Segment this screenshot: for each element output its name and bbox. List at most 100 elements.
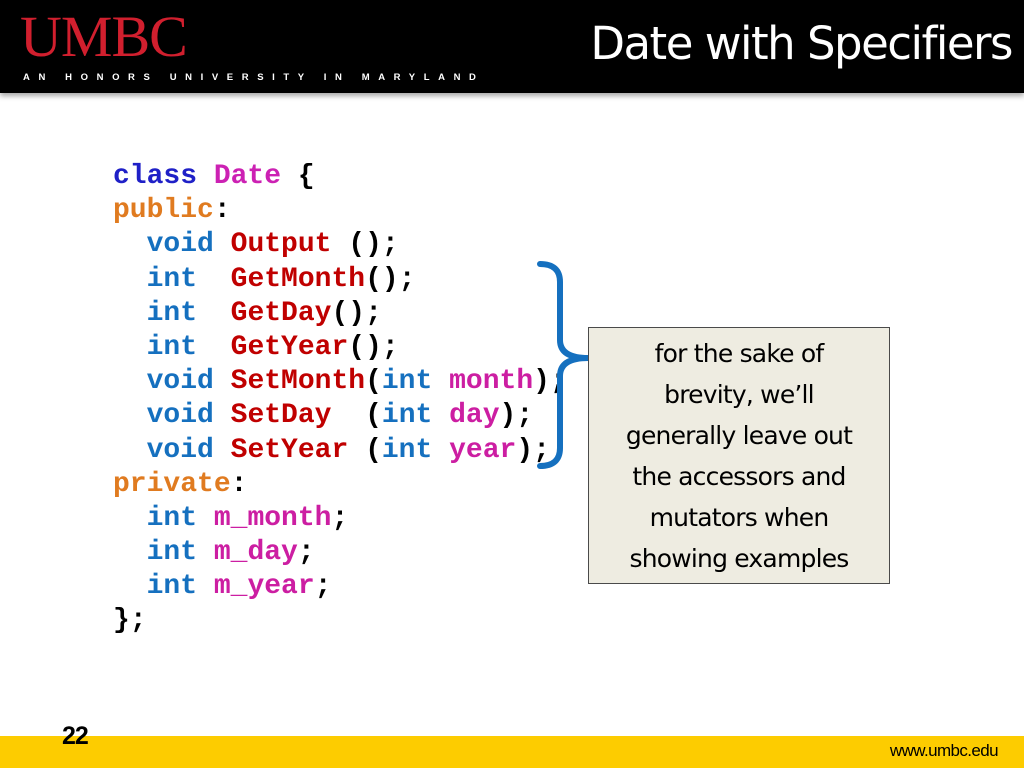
footer-bar <box>0 736 1024 768</box>
code-token-fn: GetMonth <box>230 263 366 295</box>
code-token-type: int <box>146 571 198 603</box>
callout-line: brevity, we’ll <box>664 379 814 409</box>
code-token-type: int <box>146 502 198 534</box>
callout-line: for the sake of <box>654 338 824 368</box>
code-token-punct <box>214 229 231 260</box>
logo-tagline: AN HONORS UNIVERSITY IN MARYLAND <box>23 72 485 83</box>
code-line: int GetYear(); <box>113 331 567 365</box>
code-block: class Date {public: void Output (); int … <box>113 160 567 639</box>
code-token-fn: SetYear <box>230 434 349 466</box>
code-line: public: <box>113 194 567 228</box>
code-line: int m_day; <box>113 536 567 570</box>
code-token-access: public <box>113 195 214 227</box>
code-token-type: void <box>146 366 214 398</box>
code-token-type: int <box>146 537 198 569</box>
code-token-punct: (); <box>348 331 399 363</box>
code-token-punct <box>197 161 214 192</box>
code-token-var: month <box>449 366 534 398</box>
code-token-punct <box>197 537 214 568</box>
slide-title: Date with Specifiers <box>590 17 1013 70</box>
callout-line: showing examples <box>629 543 849 573</box>
code-token-fn: Output <box>230 229 332 261</box>
code-token-punct <box>113 537 147 568</box>
code-token-punct: ( <box>365 366 382 398</box>
code-token-punct <box>113 571 147 602</box>
code-token-type: void <box>146 229 214 261</box>
code-token-punct <box>113 264 147 295</box>
code-token-punct <box>197 571 214 602</box>
code-line: int GetDay(); <box>113 297 567 331</box>
callout-text: for the sake of brevity, we’ll generally… <box>625 333 853 579</box>
code-token-punct <box>432 366 449 397</box>
code-token-type: int <box>381 434 433 466</box>
code-token-punct <box>113 229 147 260</box>
code-line: void Output (); <box>113 228 567 262</box>
code-token-type: int <box>381 400 433 432</box>
slide-header: UMBC AN HONORS UNIVERSITY IN MARYLAND Da… <box>0 0 1024 93</box>
code-token-punct <box>113 332 147 363</box>
callout-line: the accessors and <box>632 461 846 491</box>
code-token-var: day <box>449 400 500 432</box>
code-token-type: void <box>146 400 214 432</box>
callout-box: for the sake of brevity, we’ll generally… <box>588 327 890 584</box>
code-token-punct: (); <box>365 263 416 295</box>
code-token-punct <box>214 366 231 397</box>
code-token-punct <box>113 298 147 329</box>
code-token-punct <box>432 435 449 466</box>
code-token-punct: }; <box>113 605 147 637</box>
footer-url: www.umbc.edu <box>889 741 999 760</box>
code-token-punct <box>113 400 147 431</box>
code-token-punct <box>197 332 231 363</box>
code-token-cls: Date <box>213 161 282 192</box>
code-token-var: m_day <box>213 537 298 569</box>
code-token-punct: (); <box>331 297 382 329</box>
code-token-punct: ); <box>499 400 534 432</box>
code-token-punct <box>197 298 231 329</box>
code-token-punct: ( <box>348 434 382 466</box>
code-token-punct: (); <box>331 229 399 261</box>
code-token-punct: ( <box>331 400 382 432</box>
brace-path <box>537 261 591 469</box>
code-token-punct: : <box>213 195 231 227</box>
code-token-punct <box>197 264 231 295</box>
code-token-fn: GetYear <box>230 331 349 363</box>
code-token-type: int <box>381 366 433 398</box>
code-token-type: void <box>146 434 214 466</box>
code-line: void SetMonth(int month); <box>113 365 567 399</box>
code-token-punct <box>214 400 231 431</box>
code-line: int GetMonth(); <box>113 263 567 297</box>
code-line: private: <box>113 468 567 502</box>
code-token-punct: ; <box>331 502 349 534</box>
code-token-kw: class <box>113 161 198 192</box>
code-token-punct: : <box>230 468 248 500</box>
code-line: int m_year; <box>113 570 567 604</box>
code-token-punct: ; <box>314 571 332 603</box>
page-number: 22 <box>62 722 89 750</box>
code-token-punct <box>197 503 214 534</box>
code-token-type: int <box>146 331 198 363</box>
code-token-fn: GetDay <box>230 297 332 329</box>
code-token-punct <box>113 503 147 534</box>
code-line: class Date { <box>113 160 567 194</box>
code-token-punct <box>113 435 147 466</box>
code-token-var: m_year <box>213 571 315 603</box>
code-token-type: int <box>146 297 198 329</box>
code-token-var: year <box>449 434 517 466</box>
code-line: }; <box>113 604 567 638</box>
code-token-punct <box>214 435 231 466</box>
code-token-access: private <box>113 468 231 500</box>
code-line: void SetYear (int year); <box>113 434 567 468</box>
code-token-punct: ; <box>297 537 315 569</box>
callout-line: mutators when <box>649 502 830 532</box>
code-token-punct: { <box>281 161 315 192</box>
code-token-type: int <box>146 263 198 295</box>
code-line: int m_month; <box>113 502 567 536</box>
code-token-fn: SetDay <box>230 400 332 432</box>
code-line: void SetDay (int day); <box>113 399 567 433</box>
callout-line: generally leave out <box>625 420 853 450</box>
code-token-punct <box>432 400 449 431</box>
code-token-punct <box>113 366 147 397</box>
umbc-logo: UMBC <box>20 4 188 69</box>
code-token-fn: SetMonth <box>230 366 366 398</box>
code-token-var: m_month <box>213 502 332 534</box>
